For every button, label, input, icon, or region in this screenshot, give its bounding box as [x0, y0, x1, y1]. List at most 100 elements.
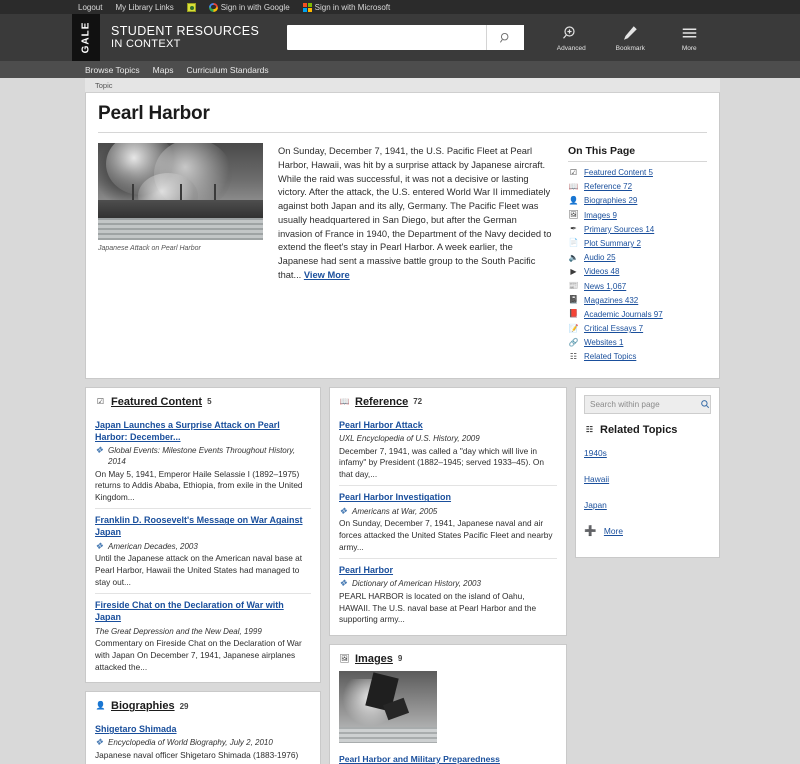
- images-count: 9: [397, 654, 403, 664]
- related-topic-link[interactable]: Japan: [584, 500, 607, 510]
- sub-navigation: Browse Topics Maps Curriculum Standards: [0, 61, 800, 78]
- result-source-text: The Great Depression and the New Deal, 1…: [95, 626, 262, 636]
- otp-link[interactable]: Critical Essays 7: [584, 324, 643, 333]
- more-label: More: [681, 45, 697, 52]
- more-menu-button[interactable]: More: [668, 23, 710, 52]
- video-icon: ▶: [570, 266, 577, 276]
- search-within-page-box: [584, 394, 711, 414]
- result-source: ❖ Dictionary of American History, 2003: [339, 579, 557, 590]
- otp-item-magazines[interactable]: 📓 Magazines 432: [568, 295, 707, 306]
- search-submit-button[interactable]: [486, 25, 525, 50]
- otp-item-related-topics[interactable]: ☷ Related Topics: [568, 351, 707, 362]
- search-icon[interactable]: [700, 399, 710, 409]
- result-link[interactable]: Fireside Chat on the Declaration of War …: [95, 599, 311, 623]
- related-topics-list: 1940s Hawaii Japan ➕ More: [584, 443, 711, 539]
- advanced-search-label: Advanced: [556, 45, 586, 52]
- view-more-link[interactable]: View More: [304, 270, 350, 280]
- result-link[interactable]: Shigetaro Shimada: [95, 723, 311, 735]
- otp-link[interactable]: Audio 25: [584, 253, 616, 262]
- on-this-page-nav: On This Page ☑ Featured Content 5 📖 Refere…: [552, 143, 707, 366]
- otp-item-academic-journals[interactable]: 📕 Academic Journals 97: [568, 309, 707, 320]
- otp-item-news[interactable]: 📰 News 1,067: [568, 281, 707, 292]
- list-item: ➕ More: [584, 521, 711, 539]
- otp-link[interactable]: Primary Sources 14: [584, 225, 654, 234]
- result-link[interactable]: Pearl Harbor Attack: [339, 419, 557, 431]
- related-topics-more-link[interactable]: More: [604, 526, 623, 536]
- otp-item-audio[interactable]: 🔈 Audio 25: [568, 252, 707, 263]
- otp-item-reference[interactable]: 📖 Reference 72: [568, 181, 707, 192]
- otp-item-featured-content[interactable]: ☑ Featured Content 5: [568, 167, 707, 178]
- nav-browse-topics[interactable]: Browse Topics: [85, 65, 140, 75]
- otp-item-images[interactable]: 🖼 Images 9: [568, 210, 707, 221]
- newspaper-icon: 📰: [568, 281, 579, 290]
- masthead: GALE STUDENT RESOURCES IN CONTEXT Advanc…: [0, 14, 800, 61]
- image-thumbnail[interactable]: [339, 670, 437, 743]
- library-card-icon: [186, 2, 196, 12]
- related-topic-link[interactable]: Hawaii: [584, 474, 609, 484]
- network-icon: ☷: [569, 351, 578, 361]
- result-link[interactable]: Pearl Harbor: [339, 564, 557, 576]
- otp-item-biographies[interactable]: 👤 Biographies 29: [568, 195, 707, 206]
- otp-link[interactable]: Images 9: [584, 211, 617, 220]
- result-link[interactable]: Japan Launches a Surprise Attack on Pear…: [95, 419, 311, 443]
- pearl-harbor-attack-photo[interactable]: [98, 143, 263, 240]
- tab-topic[interactable]: Topic: [91, 81, 117, 90]
- google-signin-button[interactable]: Sign in with Google: [208, 2, 290, 12]
- featured-content-icon: ☑: [96, 396, 105, 406]
- book-icon: 📖: [339, 396, 350, 406]
- otp-item-websites[interactable]: 🔗 Websites 1: [568, 337, 707, 348]
- image-caption-link[interactable]: Pearl Harbor and Military Preparedness: [339, 754, 500, 764]
- my-library-links-link[interactable]: My Library Links: [115, 3, 173, 12]
- otp-link[interactable]: Websites 1: [584, 338, 623, 347]
- link-icon: 🔗: [568, 337, 579, 347]
- library-card-signin[interactable]: [186, 2, 196, 12]
- reference-title[interactable]: Reference: [355, 396, 408, 408]
- result-link[interactable]: Pearl Harbor Investigation: [339, 491, 557, 503]
- otp-link[interactable]: Videos 48: [584, 267, 619, 276]
- otp-link[interactable]: Academic Journals 97: [584, 310, 663, 319]
- otp-item-videos[interactable]: ▶ Videos 48: [568, 266, 707, 277]
- search-icon: [500, 32, 509, 43]
- nav-maps[interactable]: Maps: [153, 65, 174, 75]
- images-title[interactable]: Images: [355, 653, 393, 665]
- nav-curriculum-standards[interactable]: Curriculum Standards: [186, 65, 268, 75]
- advanced-search-button[interactable]: Advanced: [550, 23, 592, 52]
- otp-link[interactable]: Reference 72: [584, 182, 632, 191]
- otp-link[interactable]: Plot Summary 2: [584, 239, 641, 248]
- related-topic-link[interactable]: 1940s: [584, 448, 607, 458]
- otp-link[interactable]: Related Topics: [584, 352, 636, 361]
- biographies-card: 👤 Biographies 29 Shigetaro Shimada ❖ Enc…: [85, 691, 321, 764]
- gale-logo[interactable]: GALE: [72, 14, 100, 61]
- otp-item-primary-sources[interactable]: ✒ Primary Sources 14: [568, 224, 707, 235]
- search-within-page-input[interactable]: [590, 399, 700, 409]
- column-featured-biographies: ☑ Featured Content 5 Japan Launches a Su…: [85, 386, 321, 764]
- sparkle-icon: ❖: [95, 737, 104, 748]
- microsoft-signin-label: Sign in with Microsoft: [314, 2, 391, 12]
- related-topics-section: ☷ Related Topics 1940s Hawaii Japan ➕ Mo…: [584, 424, 711, 539]
- result-link[interactable]: Franklin D. Roosevelt's Message on War A…: [95, 514, 311, 538]
- result-source-text: Encyclopedia of World Biography, July 2,…: [108, 738, 273, 748]
- advanced-search-icon: [550, 24, 592, 44]
- tabstrip: Topic: [85, 78, 720, 93]
- otp-link[interactable]: Featured Content 5: [584, 168, 653, 177]
- bookmark-button[interactable]: Bookmark: [609, 23, 651, 52]
- microsoft-signin-button[interactable]: Sign in with Microsoft: [302, 2, 391, 12]
- otp-link[interactable]: News 1,067: [584, 282, 626, 291]
- result-snippet: Until the Japanese attack on the America…: [95, 553, 303, 587]
- featured-content-title[interactable]: Featured Content: [111, 396, 202, 408]
- otp-link[interactable]: Biographies 29: [584, 196, 637, 205]
- product-brand: STUDENT RESOURCES IN CONTEXT: [111, 24, 259, 50]
- otp-item-plot-summary[interactable]: 📄 Plot Summary 2: [568, 238, 707, 249]
- search-input[interactable]: [287, 25, 487, 50]
- microsoft-icon: [302, 2, 312, 12]
- sparkle-icon: ❖: [339, 505, 348, 516]
- related-topics-heading-row: ☷ Related Topics: [584, 424, 711, 436]
- otp-item-critical-essays[interactable]: 📝 Critical Essays 7: [568, 323, 707, 334]
- logout-link[interactable]: Logout: [78, 3, 102, 12]
- sparkle-icon: ❖: [95, 540, 104, 551]
- result-snippet: On Sunday, December 7, 1941, Japanese na…: [339, 518, 553, 552]
- biographies-title[interactable]: Biographies: [111, 700, 175, 712]
- otp-link[interactable]: Magazines 432: [584, 296, 638, 305]
- featured-content-header: ☑ Featured Content 5: [95, 396, 311, 408]
- sparkle-icon: ❖: [95, 444, 104, 455]
